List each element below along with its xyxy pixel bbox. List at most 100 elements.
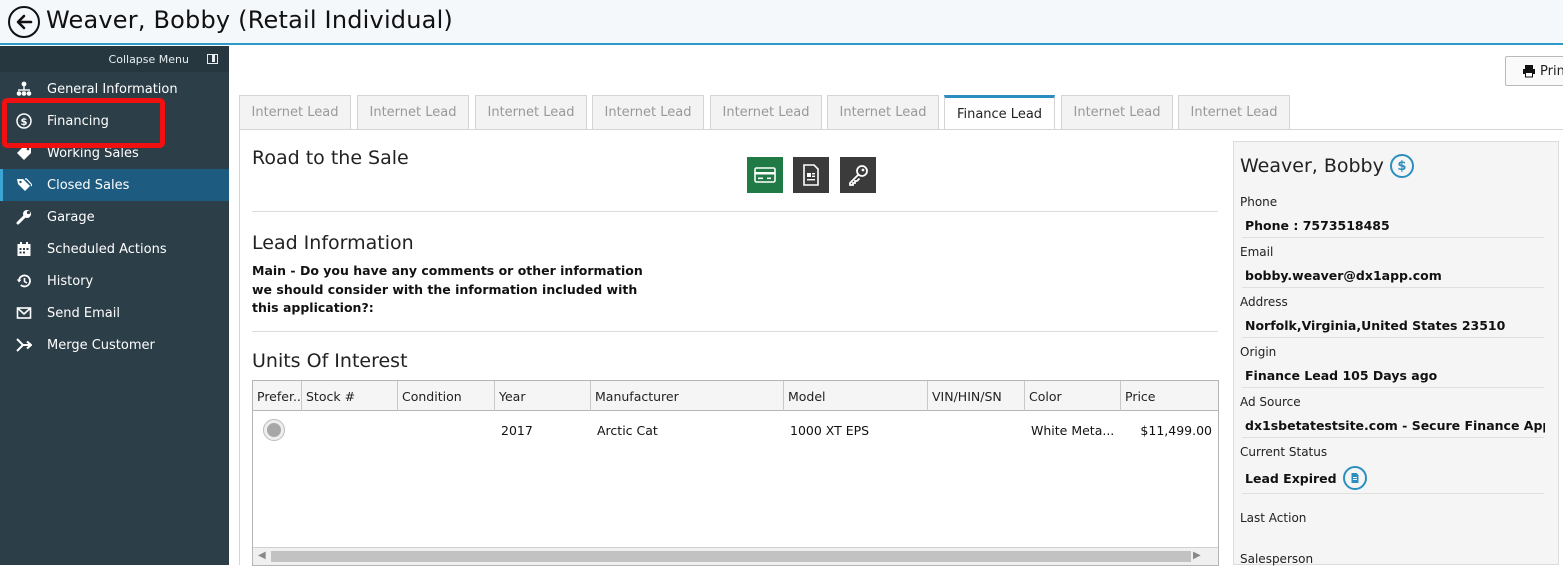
address-value: Norfolk,Virginia,United States 23510	[1245, 318, 1506, 333]
column-header-price[interactable]: Price	[1121, 381, 1218, 411]
column-header-manufacturer[interactable]: Manufacturer	[591, 381, 784, 411]
field-divider	[1242, 493, 1544, 494]
page-title: Weaver, Bobby (Retail Individual)	[46, 6, 453, 34]
salesperson-label: Salesperson	[1240, 552, 1314, 566]
lead-comment-question: Main - Do you have any comments or other…	[252, 263, 643, 315]
tab-internet-lead[interactable]: Internet Lead	[239, 95, 351, 129]
tab-internet-lead[interactable]: Internet Lead	[1061, 95, 1173, 129]
collapse-menu-icon	[207, 54, 218, 64]
sidebar-item-label: Scheduled Actions	[47, 241, 167, 257]
tab-internet-lead[interactable]: Internet Lead	[475, 95, 587, 129]
section-divider	[252, 331, 1218, 332]
year-cell: 2017	[501, 422, 533, 438]
column-header-color[interactable]: Color	[1025, 381, 1121, 411]
tags-icon	[14, 176, 34, 194]
column-header-year[interactable]: Year	[495, 381, 591, 411]
units-of-interest-table: Prefer... Stock # Condition Year Manufac…	[252, 380, 1219, 566]
sidebar-item-label: Send Email	[47, 305, 120, 321]
calendar-icon	[14, 240, 34, 258]
envelope-icon	[14, 304, 34, 322]
sidebar-item-history[interactable]: History	[0, 265, 229, 297]
current-status-value: Lead Expired	[1245, 466, 1545, 490]
sidebar-item-label: General Information	[47, 81, 178, 97]
sidebar-item-closed-sales[interactable]: Closed Sales	[0, 169, 229, 201]
origin-label: Origin	[1240, 345, 1277, 359]
ad-source-value: dx1sbetatestsite.com - Secure Finance Ap…	[1245, 418, 1545, 433]
scroll-right-icon[interactable]: ▶	[1193, 550, 1201, 561]
stock-cell	[302, 412, 398, 448]
back-button[interactable]	[8, 6, 40, 38]
column-header-condition[interactable]: Condition	[398, 381, 495, 411]
model-cell: 1000 XT EPS	[790, 422, 870, 438]
units-of-interest-title: Units Of Interest	[252, 350, 408, 372]
wrench-icon	[14, 208, 34, 226]
sidebar-item-label: Merge Customer	[47, 337, 155, 353]
field-divider	[1242, 237, 1544, 238]
price-cell: $11,499.00	[1140, 422, 1212, 438]
column-header-stock[interactable]: Stock #	[302, 381, 398, 411]
field-divider	[1242, 387, 1544, 388]
table-header: Prefer... Stock # Condition Year Manufac…	[253, 381, 1218, 411]
collapse-menu-button[interactable]: Collapse Menu	[0, 46, 229, 72]
email-label: Email	[1240, 245, 1274, 259]
phone-value[interactable]: Phone : 7573518485	[1245, 218, 1545, 233]
column-header-model[interactable]: Model	[784, 381, 928, 411]
condition-cell	[398, 412, 495, 448]
scrollbar-thumb[interactable]	[271, 551, 1191, 562]
manufacturer-cell: Arctic Cat	[597, 422, 658, 438]
tab-internet-lead[interactable]: Internet Lead	[592, 95, 704, 129]
credit-application-button[interactable]	[747, 157, 783, 193]
field-divider	[1242, 287, 1544, 288]
table-row[interactable]: 2017 Arctic Cat 1000 XT EPS White Meta..…	[253, 412, 1218, 448]
ad-source-label: Ad Source	[1240, 395, 1301, 409]
tab-internet-lead[interactable]: Internet Lead	[357, 95, 469, 129]
sidebar-item-label: History	[47, 273, 94, 289]
lead-content-panel: Road to the Sale Lead Information Main -…	[239, 130, 1224, 566]
customer-summary-panel: Weaver, Bobby $ Phone Phone : 7573518485…	[1233, 141, 1559, 566]
print-button[interactable]: Prin	[1505, 56, 1563, 86]
sitemap-icon	[14, 80, 34, 98]
status-document-icon[interactable]	[1342, 466, 1367, 490]
column-header-preferred[interactable]: Prefer...	[253, 381, 302, 411]
sidebar-item-send-email[interactable]: Send Email	[0, 297, 229, 329]
sidebar-item-merge-customer[interactable]: Merge Customer	[0, 329, 229, 361]
origin-value: Finance Lead 105 Days ago	[1245, 368, 1438, 383]
arrow-left-icon	[16, 14, 33, 30]
field-divider	[1242, 437, 1544, 438]
page-header: Weaver, Bobby (Retail Individual)	[0, 0, 1563, 45]
horizontal-scrollbar[interactable]: ◀ ▶	[253, 547, 1218, 565]
sidebar-item-label: Closed Sales	[47, 177, 130, 193]
document-icon	[803, 164, 819, 186]
tab-internet-lead[interactable]: Internet Lead	[827, 95, 939, 129]
tab-internet-lead[interactable]: Internet Lead	[710, 95, 822, 129]
column-header-vin[interactable]: VIN/HIN/SN	[928, 381, 1025, 411]
sidebar-item-label: Garage	[47, 209, 95, 225]
key-icon	[849, 165, 868, 186]
section-divider	[252, 211, 1218, 212]
sidebar-item-scheduled-actions[interactable]: Scheduled Actions	[0, 233, 229, 265]
field-divider	[1242, 337, 1544, 338]
merge-icon	[14, 336, 34, 354]
tab-internet-lead[interactable]: Internet Lead	[1178, 95, 1290, 129]
sidebar-item-garage[interactable]: Garage	[0, 201, 229, 233]
credit-card-icon	[754, 167, 776, 183]
preferred-radio[interactable]	[263, 419, 285, 441]
key-button[interactable]	[840, 157, 876, 193]
last-action-label: Last Action	[1240, 511, 1307, 525]
history-icon	[14, 272, 34, 290]
collapse-menu-label: Collapse Menu	[108, 53, 189, 66]
dollar-circle-icon[interactable]: $	[1389, 154, 1414, 178]
address-label: Address	[1240, 295, 1288, 309]
customer-name-text: Weaver, Bobby	[1240, 155, 1384, 177]
road-to-sale-title: Road to the Sale	[252, 147, 409, 169]
preferred-cell	[253, 412, 302, 448]
tab-finance-lead[interactable]: Finance Lead	[944, 95, 1055, 130]
scroll-left-icon[interactable]: ◀	[258, 550, 266, 561]
status-text: Lead Expired	[1245, 470, 1337, 486]
color-cell: White Meta...	[1031, 422, 1115, 438]
document-button[interactable]	[793, 157, 829, 193]
current-status-label: Current Status	[1240, 445, 1328, 459]
lead-information-title: Lead Information	[252, 232, 414, 254]
printer-icon	[1523, 65, 1535, 78]
email-value[interactable]: bobby.weaver@dx1app.com	[1245, 268, 1545, 283]
